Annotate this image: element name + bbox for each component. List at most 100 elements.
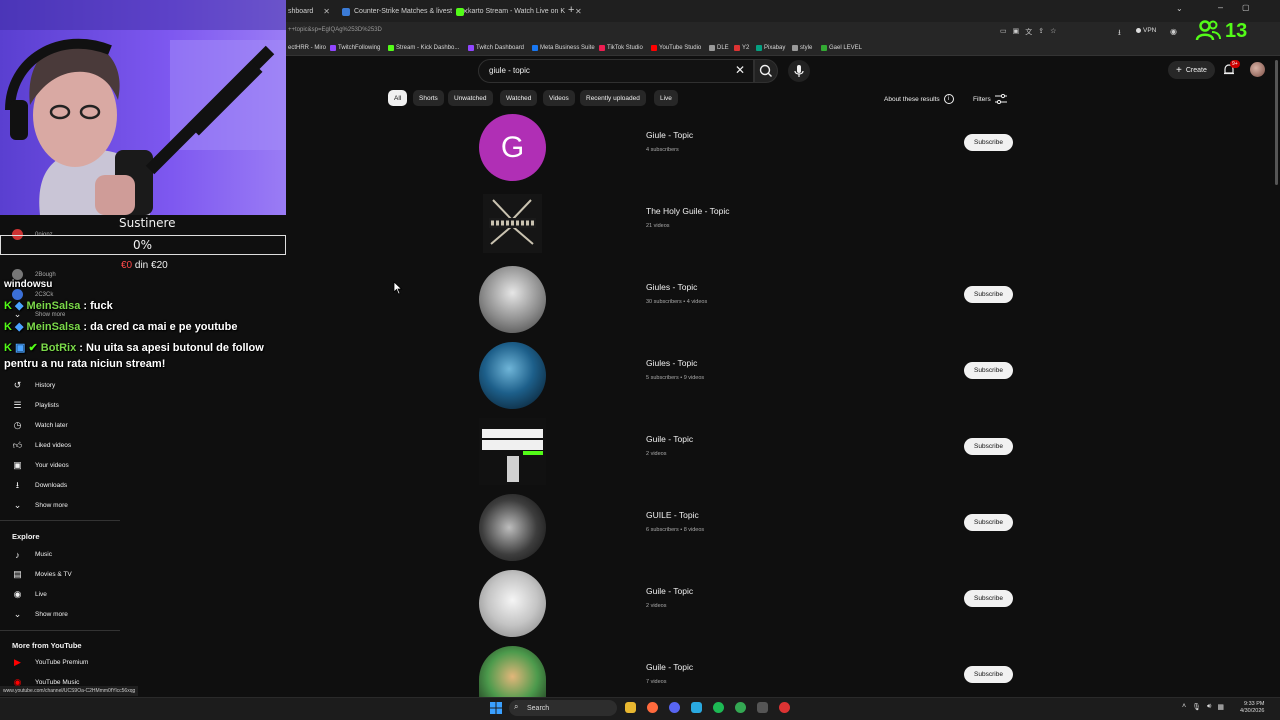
telegram-icon[interactable] <box>691 702 702 713</box>
vpn-button[interactable]: VPN <box>1136 27 1156 34</box>
channel-avatar[interactable] <box>479 190 546 257</box>
sidebar-item-watch-later[interactable]: ◷ Watch later <box>12 420 68 431</box>
channel-name[interactable]: The Holy Guile - Topic <box>646 206 729 216</box>
url-field[interactable]: ++topic&sp=EgIQAg%253D%253D <box>288 27 382 33</box>
bookmark-item[interactable]: Meta Business Suite <box>532 45 595 51</box>
channel-avatar[interactable] <box>479 266 546 333</box>
sidebar-item-your-videos[interactable]: ▣ Your videos <box>12 460 69 471</box>
microphone-icon[interactable]: 🎙︎ <box>1192 703 1201 711</box>
sidebar-item-premium[interactable]: ▶ YouTube Premium <box>12 657 88 668</box>
channel-name[interactable]: Guile - Topic <box>646 434 693 444</box>
bookmark-item[interactable]: YouTube Studio <box>651 45 701 51</box>
chip-watched[interactable]: Watched <box>500 90 538 106</box>
subscribe-button[interactable]: Subscribe <box>964 666 1013 683</box>
spotify-icon[interactable] <box>713 702 724 713</box>
close-icon[interactable]: ✕ <box>323 7 330 16</box>
chevron-down-icon: ⌄ <box>13 609 22 619</box>
sidebar-item-live[interactable]: ◉ Live <box>12 589 47 600</box>
channel-avatar[interactable] <box>479 646 546 697</box>
network-icon[interactable]: ▦ <box>1217 703 1224 711</box>
search-query-text[interactable]: giule - topic <box>489 66 530 75</box>
sidebar-item-music[interactable]: ♪ Music <box>12 549 52 560</box>
channel-avatar[interactable] <box>479 418 546 485</box>
bookmark-item[interactable]: Gael LEVEL <box>821 45 862 51</box>
taskbar-search[interactable]: Search <box>509 700 617 716</box>
channel-avatar[interactable] <box>479 570 546 637</box>
chip-recently-uploaded[interactable]: Recently uploaded <box>580 90 646 106</box>
close-icon[interactable]: ✕ <box>575 7 582 16</box>
donation-amount: €0 din €20 <box>121 260 168 271</box>
channel-name[interactable]: Giule - Topic <box>646 130 693 140</box>
chevron-down-icon[interactable]: ⌄ <box>1176 4 1183 13</box>
channel-avatar[interactable] <box>479 342 546 409</box>
subscribe-button[interactable]: Subscribe <box>964 134 1013 151</box>
chip-shorts[interactable]: Shorts <box>413 90 444 106</box>
subscribe-button[interactable]: Subscribe <box>964 286 1013 303</box>
screenshot-icon[interactable]: ▣ <box>1013 27 1020 37</box>
discord-icon[interactable] <box>669 702 680 713</box>
brave-browser-icon[interactable] <box>647 702 658 713</box>
bookmark-item[interactable]: Twitch Dashboard <box>468 45 524 51</box>
windows-start-icon[interactable] <box>490 702 502 714</box>
obs-icon[interactable] <box>779 702 790 713</box>
bookmark-item[interactable]: style <box>792 45 812 51</box>
tab-counter-strike[interactable]: Counter-Strike Matches & livest ✕ <box>342 3 469 20</box>
bookmark-item[interactable]: Stream - Kick Dashbo... <box>388 45 459 51</box>
new-tab-icon[interactable]: + <box>568 4 574 16</box>
search-button[interactable] <box>754 59 778 83</box>
bookmark-star-icon[interactable]: ☆ <box>1050 27 1056 37</box>
tab-kick-stream[interactable]: karto Stream - Watch Live on K ✕ <box>456 3 582 20</box>
sidebar-show-more[interactable]: ⌄ Show more <box>12 500 68 511</box>
minimize-icon[interactable]: – <box>1218 2 1223 12</box>
subscribe-button[interactable]: Subscribe <box>964 362 1013 379</box>
bookmark-item[interactable]: TikTok Studio <box>599 45 643 51</box>
chip-videos[interactable]: Videos <box>543 90 575 106</box>
extension-icon[interactable]: ◉ <box>1170 27 1177 36</box>
volume-icon[interactable]: 🔊︎ <box>1207 703 1211 711</box>
avatar[interactable] <box>1250 62 1265 77</box>
share-icon[interactable]: ⇪ <box>1038 27 1044 37</box>
sidebar-item-history[interactable]: ↺ History <box>12 380 56 391</box>
file-explorer-icon[interactable] <box>625 702 636 713</box>
download-icon[interactable]: ⭳ <box>1118 27 1121 41</box>
filters-button[interactable]: Filters <box>973 94 1007 104</box>
tab-dashboard[interactable]: shboard ✕ <box>288 3 330 20</box>
page-scrollbar[interactable] <box>1275 60 1278 185</box>
channel-name[interactable]: Giules - Topic <box>646 282 697 292</box>
channel-name[interactable]: Giules - Topic <box>646 358 697 368</box>
system-clock[interactable]: 9:33 PM 4/30/2026 <box>1240 701 1264 715</box>
chrome-icon[interactable] <box>735 702 746 713</box>
bookmark-item[interactable]: DLE <box>709 45 729 51</box>
sidebar-item-downloads[interactable]: ⭳ Downloads <box>12 480 67 491</box>
channel-avatar[interactable]: G <box>479 114 546 181</box>
channel-name[interactable]: Guile - Topic <box>646 586 693 596</box>
chip-unwatched[interactable]: Unwatched <box>448 90 493 106</box>
chip-all[interactable]: All <box>388 90 408 106</box>
channel-name[interactable]: Guile - Topic <box>646 662 693 672</box>
sidebar-show-more[interactable]: ⌄ Show more <box>12 609 68 620</box>
bookmark-item[interactable]: Pixabay <box>756 45 785 51</box>
voice-search-button[interactable] <box>788 60 810 82</box>
bookmark-item[interactable]: ectHRR - Miro <box>288 45 326 51</box>
app-icon[interactable] <box>757 702 768 713</box>
notifications-button[interactable]: 9+ <box>1222 60 1240 82</box>
subscribe-button[interactable]: Subscribe <box>964 514 1013 531</box>
channel-avatar[interactable] <box>479 494 546 561</box>
maximize-icon[interactable]: ▢ <box>1242 3 1250 12</box>
create-button[interactable]: + Create <box>1168 61 1215 79</box>
sidebar-item-movies[interactable]: ▤ Movies & TV <box>12 569 72 580</box>
about-results-link[interactable]: About these results i <box>884 94 954 104</box>
chevron-up-icon[interactable]: ˄ <box>1182 703 1186 711</box>
bookmark-item[interactable]: Y2 <box>734 45 749 51</box>
cast-icon[interactable]: ▭ <box>1000 27 1007 37</box>
sidebar-item-playlists[interactable]: ☰ Playlists <box>12 400 58 411</box>
channel-name[interactable]: GUILE - Topic <box>646 510 699 520</box>
chip-live[interactable]: Live <box>654 90 678 106</box>
subscribe-button[interactable]: Subscribe <box>964 590 1013 607</box>
clear-search-icon[interactable]: ✕ <box>735 63 745 77</box>
translate-icon[interactable]: 文 <box>1025 27 1032 37</box>
sidebar-item-liked-videos[interactable]: 👍︎ Liked videos <box>12 440 71 451</box>
subscribe-button[interactable]: Subscribe <box>964 438 1013 455</box>
verified-badge-icon: ◆ <box>15 300 24 312</box>
bookmark-item[interactable]: TwitchFollowing <box>330 45 380 51</box>
